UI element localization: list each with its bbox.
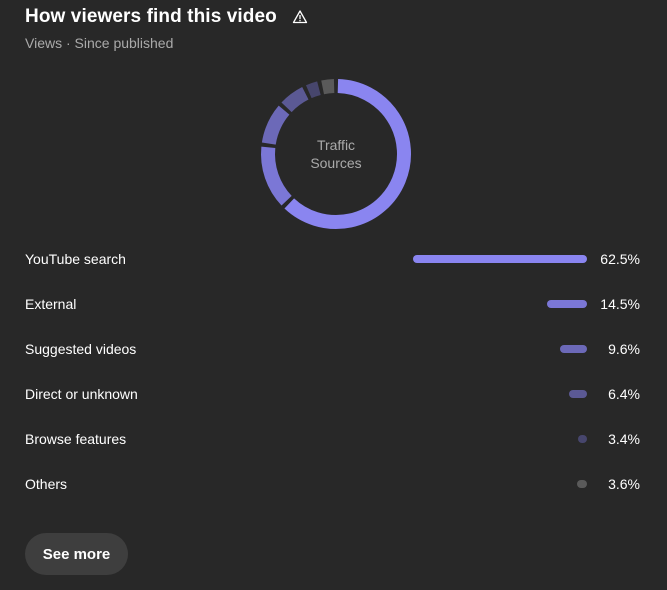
traffic-sources-card: How viewers find this video Views · Sinc…	[0, 0, 667, 590]
source-value: 3.4%	[608, 431, 640, 447]
warning-triangle-icon[interactable]	[292, 9, 308, 25]
source-label: Others	[25, 476, 68, 492]
source-bar	[546, 300, 587, 308]
source-bar	[576, 480, 587, 488]
source-value: 3.6%	[608, 476, 640, 492]
donut-segment-youtube-search[interactable]	[284, 79, 411, 229]
donut-svg	[261, 79, 411, 229]
see-more-button[interactable]: See more	[25, 533, 128, 575]
source-label: Direct or unknown	[25, 386, 138, 402]
traffic-source-row-browse-features[interactable]: Browse features 3.4%	[25, 417, 642, 462]
source-bar	[569, 390, 587, 398]
card-title: How viewers find this video	[25, 6, 277, 27]
donut-segment-suggested-videos[interactable]	[261, 105, 290, 145]
source-value: 14.5%	[600, 296, 640, 312]
source-bar	[560, 345, 587, 353]
donut-segment-browse-features[interactable]	[305, 81, 321, 99]
source-label: External	[25, 296, 77, 312]
traffic-donut-chart: Traffic Sources	[258, 76, 414, 232]
source-value: 6.4%	[608, 386, 640, 402]
traffic-source-row-suggested-videos[interactable]: Suggested videos 9.6%	[25, 327, 642, 372]
traffic-source-row-others[interactable]: Others 3.6%	[25, 462, 642, 507]
source-bar	[577, 435, 587, 443]
source-value: 9.6%	[608, 341, 640, 357]
donut-segment-external[interactable]	[261, 146, 292, 206]
traffic-source-row-direct-or-unknown[interactable]: Direct or unknown 6.4%	[25, 372, 642, 417]
source-label: Suggested videos	[25, 341, 137, 357]
card-header: How viewers find this video	[25, 6, 308, 28]
traffic-source-row-youtube-search[interactable]: YouTube search 62.5%	[25, 237, 642, 282]
traffic-source-list: YouTube search 62.5% External 14.5% Sugg…	[25, 237, 642, 507]
donut-segment-others[interactable]	[321, 79, 335, 95]
source-label: Browse features	[25, 431, 127, 447]
traffic-source-row-external[interactable]: External 14.5%	[25, 282, 642, 327]
source-bar	[413, 255, 587, 263]
source-label: YouTube search	[25, 251, 126, 267]
card-subtitle: Views · Since published	[25, 35, 174, 51]
donut-segment-direct-or-unknown[interactable]	[281, 87, 309, 113]
source-value: 62.5%	[600, 251, 640, 267]
